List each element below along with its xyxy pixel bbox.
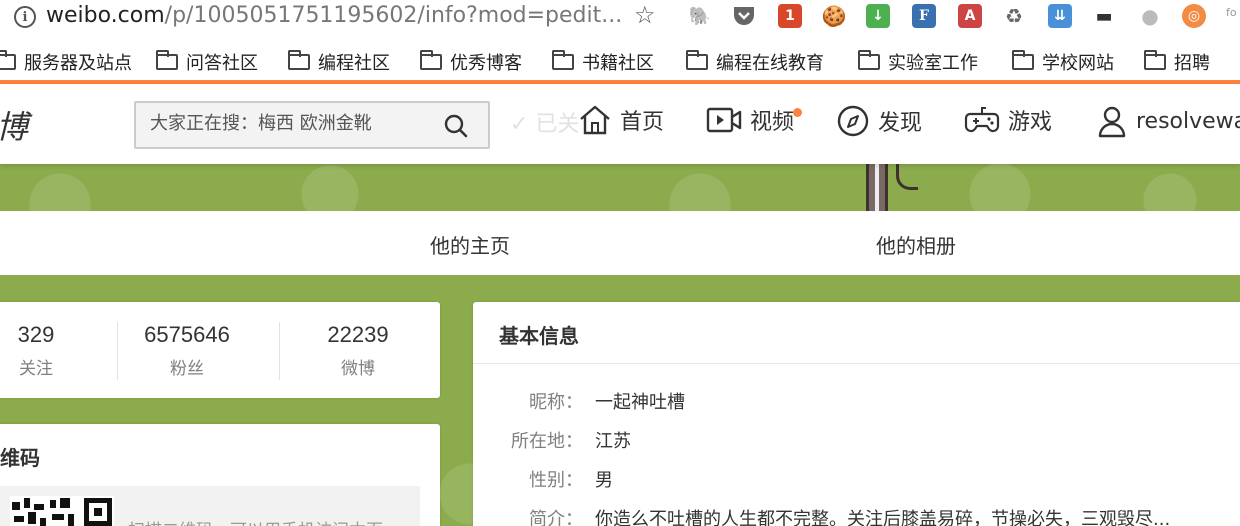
download-extension-icon[interactable]: ↓ [866, 4, 890, 28]
bookmark-folder-school[interactable]: 学校网站 [1012, 49, 1114, 75]
extensions-overflow[interactable]: fo [1226, 6, 1237, 19]
recycle-extension-icon[interactable]: ♻ [1002, 4, 1026, 28]
qr-code-area: 扫描二维码，可以用手机访问本页 [0, 486, 420, 526]
following-count[interactable]: 329 关注 [0, 322, 106, 379]
qr-code-icon[interactable] [10, 496, 114, 526]
search-box [134, 101, 490, 149]
folder-icon [0, 50, 16, 70]
evernote-extension-icon[interactable]: 🐘 [688, 4, 712, 28]
bookmark-folder-coding[interactable]: 编程社区 [288, 49, 390, 75]
bookmark-folder-jobs[interactable]: 招聘 [1144, 49, 1210, 75]
pocket-extension-icon[interactable] [732, 4, 756, 28]
qr-card-title: 维码 [0, 446, 40, 470]
cover-decoration-trunk [866, 164, 888, 211]
count-divider [279, 322, 280, 380]
bookmark-folder-education[interactable]: 编程在线教育 [686, 49, 824, 75]
search-icon[interactable] [444, 114, 468, 138]
folder-icon [686, 50, 708, 70]
f-extension-icon[interactable]: F [912, 4, 936, 28]
adblock-extension-icon[interactable]: 1 [778, 4, 802, 28]
qr-code-card: 维码 扫描二维码，可以用手机访问本页 [0, 424, 440, 526]
cookie-extension-icon[interactable]: 🍪 [822, 4, 846, 28]
weibo-logo[interactable]: 博 [0, 102, 28, 148]
home-icon [580, 105, 610, 135]
compass-icon [837, 105, 869, 137]
bookmark-folder-lab[interactable]: 实验室工作 [858, 49, 978, 75]
nav-home[interactable]: 首页 [578, 104, 664, 136]
bookmark-star-icon[interactable]: ☆ [634, 1, 656, 29]
bookmark-folder-books[interactable]: 书籍社区 [552, 49, 654, 75]
a-extension-icon[interactable]: A [958, 4, 982, 28]
url-path: /p/1005051751195602/info?mod=pedit... [164, 3, 623, 28]
nav-video[interactable]: 视频 [706, 104, 794, 136]
url-text[interactable]: weibo.com/p/1005051751195602/info?mod=pe… [46, 2, 622, 30]
folder-icon [858, 50, 880, 70]
search-input[interactable] [150, 113, 430, 134]
basic-info-title: 基本信息 [499, 324, 579, 348]
nav-user[interactable]: resolvewar [1096, 104, 1240, 138]
gamepad-icon [964, 107, 1000, 133]
folder-icon [552, 50, 574, 70]
nav-games[interactable]: 游戏 [964, 104, 1052, 136]
bookmark-folder-blogs[interactable]: 优秀博客 [420, 49, 522, 75]
bookmarks-bar: 服务器及站点 问答社区 编程社区 优秀博客 书籍社区 编程在线教育 实验室工作 … [0, 40, 1240, 78]
bookmark-folder-servers[interactable]: 服务器及站点 [0, 49, 132, 75]
followers-count[interactable]: 6575646 粉丝 [117, 322, 257, 379]
nav-discover[interactable]: 发现 [836, 104, 922, 138]
tab-his-album[interactable]: 他的相册 [876, 230, 956, 259]
info-divider [473, 363, 1240, 364]
folder-icon [420, 50, 442, 70]
site-info-icon[interactable]: i [14, 6, 36, 28]
folder-icon [1012, 50, 1034, 70]
folder-icon [156, 50, 178, 70]
bulb-extension-icon[interactable]: ● [1138, 4, 1162, 28]
qr-description: 扫描二维码，可以用手机访问本页 [128, 516, 383, 526]
url-host: weibo.com [46, 3, 165, 28]
folder-icon [288, 50, 310, 70]
folder-icon [1144, 50, 1166, 70]
basic-info-card: 基本信息 昵称： 一起神吐槽 所在地： 江苏 性别： 男 简介： 你造么不吐槽的… [473, 302, 1240, 526]
tab-his-homepage[interactable]: 他的主页 [430, 230, 510, 259]
lifebuoy-extension-icon[interactable]: ◎ [1182, 4, 1206, 28]
follow-counts-card: 329 关注 6575646 粉丝 22239 微博 [0, 302, 440, 398]
video-notification-dot [793, 108, 802, 117]
posts-count[interactable]: 22239 微博 [288, 322, 428, 379]
user-icon [1098, 106, 1126, 138]
weibo-top-nav: 博 ✓ 已关 首页 视频 发现 游戏 resolvewar [0, 84, 1240, 164]
follow-status-ghost: ✓ 已关 [510, 112, 580, 137]
blue-extension-icon[interactable]: ⇊ [1048, 4, 1072, 28]
profile-tab-bar: 他的主页 他的相册 [0, 211, 1240, 275]
mask-extension-icon[interactable]: ▬ [1092, 4, 1116, 28]
video-icon [706, 107, 742, 133]
bookmark-folder-qa[interactable]: 问答社区 [156, 49, 258, 75]
